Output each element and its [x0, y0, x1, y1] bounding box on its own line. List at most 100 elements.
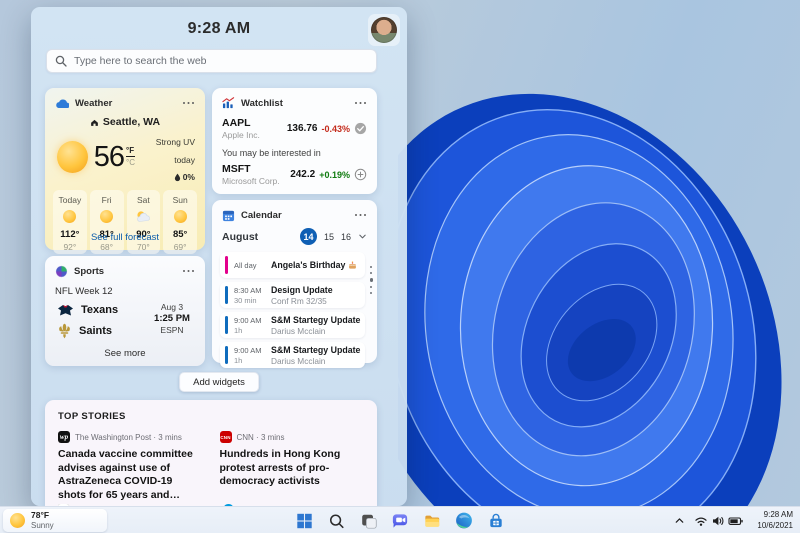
team-name: Texans: [81, 304, 119, 316]
volume-icon: [713, 516, 724, 525]
texans-logo-icon: [58, 305, 73, 316]
task-view-icon: [361, 514, 377, 529]
more-options-icon: [354, 101, 357, 105]
watchlist-widget[interactable]: Watchlist AAPL Apple Inc. 136.76 -0.43%: [212, 88, 377, 194]
tray-network-volume-battery-button[interactable]: [692, 512, 746, 530]
taskbar-weather-temp: 78°F: [31, 510, 50, 521]
file-explorer-icon: [425, 515, 440, 527]
event-duration: 1h: [234, 325, 243, 335]
taskbar: 78°F Sunny 9:28 AM 10/6/2021: [0, 506, 800, 533]
cloud-icon: [56, 99, 69, 108]
home-icon: [91, 119, 98, 126]
more-options-icon: [182, 269, 185, 273]
taskbar-start-button[interactable]: [292, 509, 317, 532]
date-15[interactable]: 15: [324, 232, 334, 242]
search-icon: [329, 513, 344, 528]
event-birthday[interactable]: All day Angela's Birthday: [220, 252, 365, 278]
add-widgets-button[interactable]: Add widgets: [179, 372, 259, 392]
event-detail: Conf Rm 32/35: [271, 295, 327, 306]
account-avatar-button[interactable]: [368, 14, 400, 46]
stock-row-aapl[interactable]: AAPL Apple Inc. 136.76 -0.43%: [212, 114, 377, 140]
tray-overflow-button[interactable]: [671, 512, 688, 529]
stock-company: Apple Inc.: [222, 130, 260, 140]
forecast-day-fri[interactable]: Fri 81° 68°: [89, 190, 124, 254]
sunny-icon: [173, 210, 187, 223]
widgets-panel: 9:28 AM Weather S: [31, 7, 407, 506]
add-to-watchlist-icon[interactable]: [354, 168, 367, 181]
article-headline: Canada vaccine committee advises against…: [58, 448, 193, 501]
taskbar-widgets-button[interactable]: 78°F Sunny: [3, 509, 107, 532]
forecast-row: Today 112° 92° Fri 81° 68° Sat 90° 70° S…: [45, 182, 205, 254]
sports-widget[interactable]: Sports NFL Week 12 Texans Saints Aug 3 1…: [45, 256, 205, 366]
taskbar-store-button[interactable]: [484, 509, 509, 532]
calendar-title: Calendar: [241, 209, 282, 221]
news-article-cnn[interactable]: CNN CNN · 3 mins Hundreds in Hong Kong p…: [219, 431, 365, 503]
fahrenheit-label[interactable]: °F: [126, 146, 136, 157]
event-design-update[interactable]: 8:30 AM 30 min Design Update Conf Rm 32/…: [220, 282, 365, 308]
calendar-scroll-indicator[interactable]: [369, 266, 373, 294]
forecast-day-sat[interactable]: Sat 90° 70°: [126, 190, 161, 254]
watchlist-menu-button[interactable]: [353, 96, 369, 110]
news-article-wapo[interactable]: wp The Washington Post · 3 mins Canada v…: [58, 431, 203, 503]
windows-bloom-wallpaper: [398, 93, 782, 533]
stock-symbol: AAPL: [222, 117, 251, 129]
weather-widget[interactable]: Weather Seattle, WA 56 °F °C Strong UV t…: [45, 88, 205, 254]
weather-menu-button[interactable]: [181, 96, 197, 110]
calendar-subheader: August 14 15 16: [212, 226, 377, 245]
low-temp: 68°: [100, 242, 114, 252]
sports-title: Sports: [74, 265, 105, 277]
chevron-down-icon[interactable]: [358, 232, 367, 241]
event-strategy-update-1[interactable]: 9:00 AM 1h S&M Startegy Update Darius Mc…: [220, 312, 365, 338]
taskbar-file-explorer-button[interactable]: [420, 509, 445, 532]
chevron-up-icon: [676, 518, 684, 523]
taskbar-task-view-button[interactable]: [356, 509, 381, 532]
taskbar-weather-condition: Sunny: [31, 520, 54, 530]
condition-label: Strong UV today: [155, 137, 195, 165]
event-title: S&M Startegy Update: [271, 314, 361, 325]
day-label: Sat: [136, 195, 150, 205]
sunny-icon: [10, 513, 25, 528]
day-label: Fri: [101, 195, 112, 205]
forecast-day-today[interactable]: Today 112° 92°: [53, 190, 87, 254]
panel-clock: 9:28 AM: [187, 20, 251, 37]
calendar-widget[interactable]: Calendar August 14 15 16 All day Angela'…: [212, 200, 377, 368]
taskbar-search-button[interactable]: [324, 509, 349, 532]
web-search-bar[interactable]: [46, 49, 377, 73]
cnn-icon: CNN: [219, 431, 232, 443]
watchlist-note: You may be interested in: [222, 148, 321, 158]
more-options-icon: [354, 213, 357, 217]
celsius-label[interactable]: °C: [126, 158, 135, 167]
event-title: S&M Startegy Update: [271, 344, 361, 355]
droplet-icon: [174, 173, 180, 181]
sports-menu-button[interactable]: [181, 264, 197, 278]
see-full-forecast-link[interactable]: See full forecast: [45, 232, 205, 243]
event-strategy-update-2[interactable]: 9:00 AM 1h S&M Startegy Update Darius Mc…: [220, 342, 365, 368]
date-16[interactable]: 16: [341, 232, 351, 242]
tray-clock[interactable]: 9:28 AM 10/6/2021: [755, 508, 795, 533]
event-accent-bar: [225, 346, 228, 364]
see-more-link[interactable]: See more: [45, 348, 205, 359]
taskbar-chat-button[interactable]: [388, 509, 413, 532]
sun-icon: [57, 141, 88, 173]
calendar-menu-button[interactable]: [353, 208, 369, 222]
microsoft-store-icon: [490, 513, 502, 528]
wifi-icon: [695, 516, 708, 526]
day-label: Sun: [172, 195, 188, 205]
day-label: Today: [58, 195, 82, 205]
taskbar-edge-button[interactable]: [452, 509, 477, 532]
event-accent-bar: [225, 256, 228, 274]
partly-cloudy-icon: [137, 211, 151, 222]
event-duration: 30 min: [234, 295, 257, 305]
unit-toggle[interactable]: °F °C: [126, 146, 136, 167]
stock-company: Microsoft Corp.: [222, 176, 280, 186]
search-input[interactable]: [74, 55, 368, 67]
stock-row-msft[interactable]: MSFT Microsoft Corp. 242.2 +0.19%: [212, 160, 377, 186]
weather-location-label: Seattle, WA: [102, 116, 161, 128]
tray-date: 10/6/2021: [757, 520, 793, 530]
forecast-day-sun[interactable]: Sun 85° 69°: [163, 190, 197, 254]
game-time: 1:25 PM: [154, 313, 190, 324]
check-circle-icon[interactable]: [354, 122, 367, 135]
date-14-selected[interactable]: 14: [299, 228, 317, 245]
event-title: Angela's Birthday: [271, 260, 346, 270]
weather-current: 56 °F °C Strong UV today 0%: [45, 128, 205, 182]
